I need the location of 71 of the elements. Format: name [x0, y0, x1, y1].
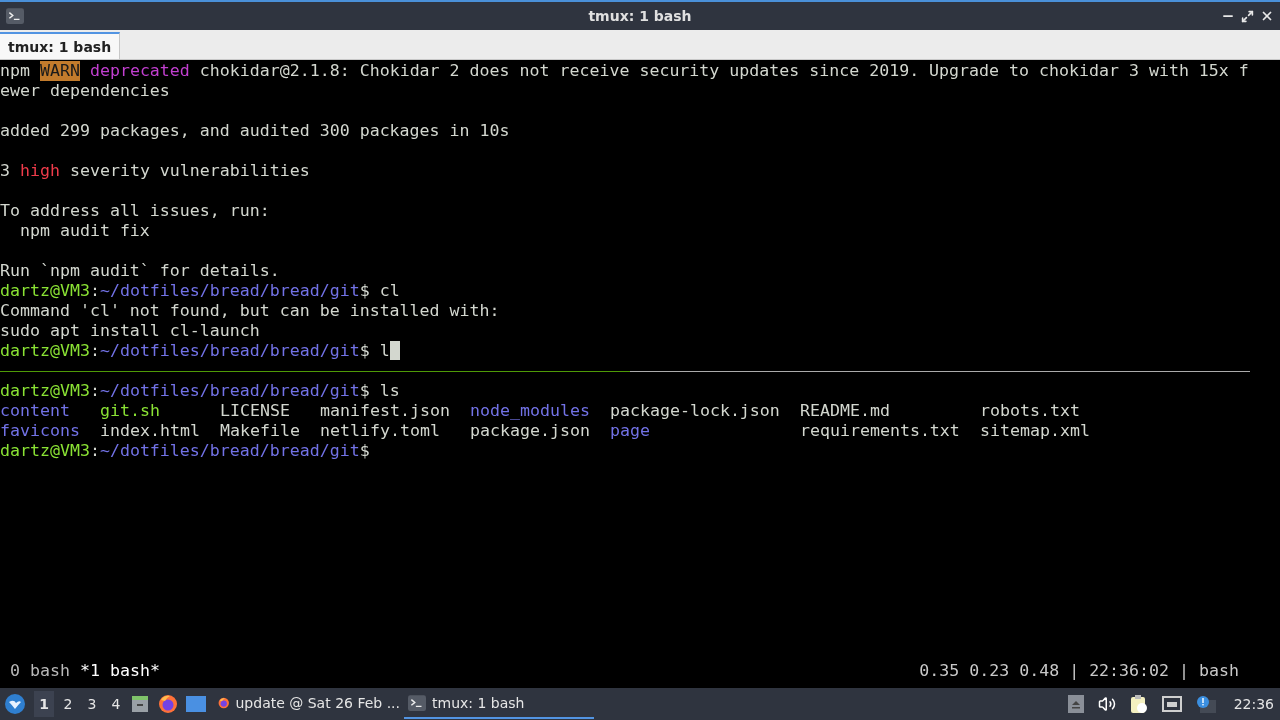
prompt-path: ~/dotfiles/bread/bread/git: [99, 341, 360, 361]
tmux-window-label: 0 bash: [10, 661, 70, 681]
terminal-text: Run `npm audit` for details.: [0, 261, 280, 281]
prompt-path: ~/dotfiles/bread/bread/git: [99, 381, 360, 401]
directory-name: node_modules: [470, 401, 591, 421]
terminal-text: To address all issues, run:: [0, 201, 270, 221]
terminal-text: $ ls: [359, 381, 400, 401]
browser-launcher-icon[interactable]: [158, 694, 178, 714]
terminal-icon: [6, 8, 24, 24]
file-name: index.html: [100, 421, 201, 441]
prompt-user: dartz@VM3: [0, 341, 90, 361]
file-name: sitemap.xml: [980, 421, 1091, 441]
prompt-path: ~/dotfiles/bread/bread/git: [99, 281, 360, 301]
warn-label: WARN: [39, 61, 80, 81]
file-name: package.json: [470, 421, 591, 441]
terminal-text: :: [89, 341, 100, 361]
file-name: requirements.txt: [800, 421, 961, 441]
file-name: robots.txt: [980, 401, 1081, 421]
task-button[interactable]: update @ Sat 26 Feb ...: [214, 689, 404, 719]
file-name: netlify.toml: [320, 421, 441, 441]
workspace-button[interactable]: 3: [82, 691, 102, 717]
terminal-text: sudo apt install cl-launch: [0, 321, 260, 341]
directory-name: favicons: [0, 421, 81, 441]
prompt-user: dartz@VM3: [0, 381, 90, 401]
file-name: git.sh: [100, 401, 161, 421]
prompt-user: dartz@VM3: [0, 281, 90, 301]
task-button[interactable]: tmux: 1 bash: [404, 689, 594, 719]
terminal-text: npm: [0, 61, 31, 81]
window-title: tmux: 1 bash: [588, 8, 692, 24]
terminal-text: deprecated: [88, 61, 190, 81]
status-info: 0.35 0.23 0.48 | 22:36:02 | bash: [919, 661, 1239, 681]
clock: 22:36: [1233, 696, 1274, 712]
terminal-text: :: [89, 381, 100, 401]
terminal-text: npm audit fix: [18, 221, 150, 241]
eject-icon[interactable]: [1067, 695, 1084, 713]
terminal-tab[interactable]: tmux: 1 bash: [0, 32, 121, 59]
terminal-text: chokidar@2.1.8: Chokidar 2 does not receive security updates since 2019. Upgrade to chokidar 3 with 15x f: [198, 61, 1249, 81]
prompt-path: ~/dotfiles/bread/bread/git: [99, 441, 360, 461]
file-name: manifest.json: [320, 401, 451, 421]
notification-icon[interactable]: [1195, 695, 1216, 713]
workspace-button[interactable]: 2: [58, 691, 78, 717]
terminal-text: $ l: [359, 341, 390, 361]
close-icon[interactable]: [1260, 9, 1274, 23]
file-name: package-lock.json: [610, 401, 781, 421]
terminal-text: high: [20, 161, 60, 181]
terminal-text: Command 'cl' not found, but can be installed with:: [0, 301, 500, 321]
start-menu-icon[interactable]: [4, 693, 26, 715]
clipboard-icon[interactable]: [1129, 694, 1148, 714]
text-cursor: [389, 341, 400, 360]
file-name: LICENSE: [220, 401, 291, 421]
file-name: Makefile: [220, 421, 301, 441]
terminal-text: :: [89, 441, 100, 461]
terminal-text: $ cl: [359, 281, 400, 301]
terminal-text: :: [89, 281, 100, 301]
file-name: README.md: [800, 401, 891, 421]
workspace-button[interactable]: 4: [106, 691, 126, 717]
terminal-text: ewer dependencies: [0, 81, 170, 101]
terminal-icon: [408, 695, 426, 711]
directory-name: page: [610, 421, 651, 441]
tmux-window-label: *1 bash*: [79, 661, 160, 681]
maximize-icon[interactable]: [1241, 9, 1254, 23]
workspace-button[interactable]: 1: [34, 691, 54, 717]
directory-name: content: [0, 401, 71, 421]
terminal-text: added 299 packages, and audited 300 packages in 10s: [0, 121, 510, 141]
window-icon[interactable]: [186, 695, 206, 713]
volume-icon[interactable]: [1097, 695, 1116, 713]
terminal-text: $: [359, 441, 370, 461]
terminal-text: severity vulnerabilities: [68, 161, 310, 181]
prompt-user: dartz@VM3: [0, 441, 90, 461]
file-cabinet-icon[interactable]: [130, 694, 150, 714]
terminal-text: 3: [0, 161, 11, 181]
